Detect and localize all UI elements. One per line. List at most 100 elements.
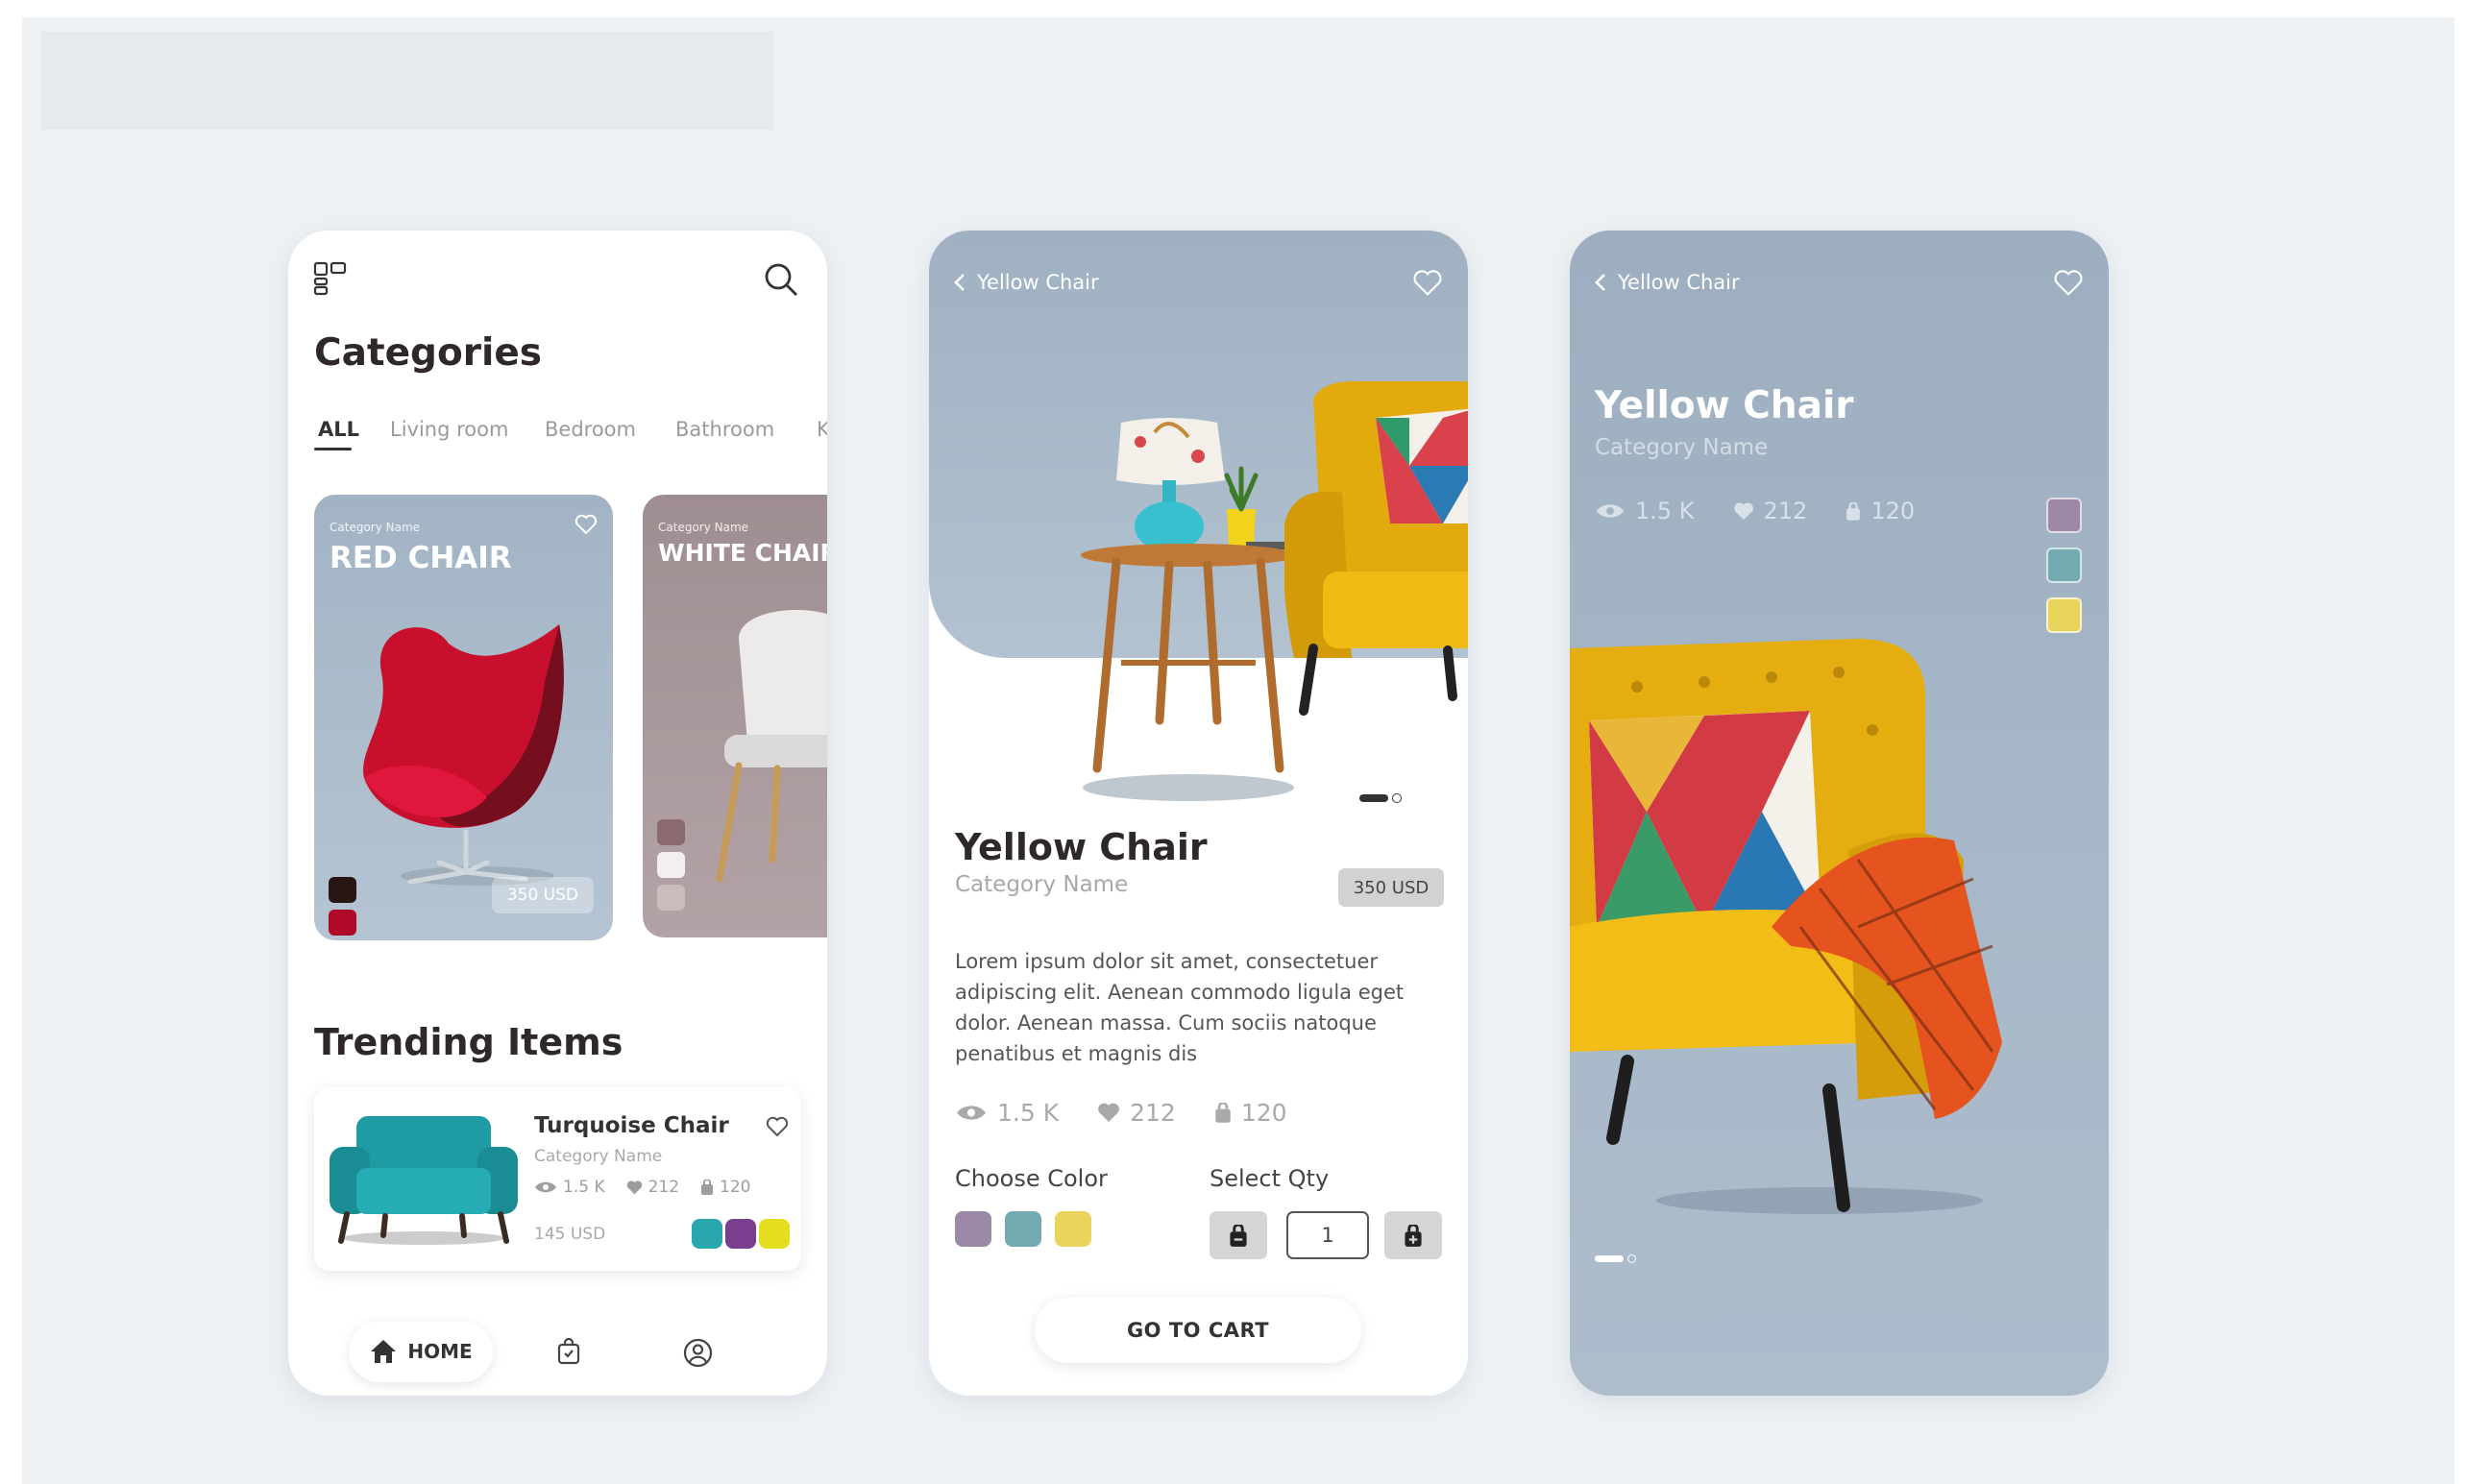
qty-decrease-button[interactable] <box>1210 1211 1267 1259</box>
search-icon[interactable] <box>763 261 799 298</box>
bag-icon <box>1215 1103 1231 1123</box>
tab-more[interactable]: K <box>817 418 827 441</box>
bag-icon <box>1846 501 1861 521</box>
product-stats: 1.5 K 212 120 <box>955 1099 1287 1127</box>
item-stats: 1.5 K 212 120 <box>534 1178 751 1197</box>
choose-color-label: Choose Color <box>955 1165 1108 1192</box>
heart-icon[interactable] <box>1412 269 1443 297</box>
bag-icon <box>701 1180 714 1195</box>
color-option-purple[interactable] <box>955 1211 991 1247</box>
swatch-dark[interactable] <box>329 877 356 903</box>
card-title: WHITE CHAIR <box>658 539 827 567</box>
trending-item-card[interactable]: Turquoise Chair Category Name 1.5 K 212 … <box>314 1087 801 1271</box>
likes-count: 212 <box>1763 498 1808 524</box>
color-dot-yellow[interactable] <box>759 1219 790 1249</box>
item-category: Category Name <box>534 1147 663 1166</box>
tab-living-room[interactable]: Living room <box>390 418 508 441</box>
tab-bedroom[interactable]: Bedroom <box>545 418 636 441</box>
side-table-with-lamp-image <box>1063 384 1313 807</box>
heart-filled-icon <box>626 1180 642 1194</box>
heart-icon[interactable] <box>2053 269 2084 297</box>
eye-icon <box>957 1106 986 1120</box>
carousel-indicator[interactable] <box>1392 793 1402 803</box>
product-title: Yellow Chair <box>955 826 1208 868</box>
grid-menu-icon[interactable] <box>313 261 348 296</box>
profile-icon[interactable] <box>683 1338 713 1368</box>
tab-all[interactable]: ALL <box>318 418 359 441</box>
heart-icon[interactable] <box>574 514 598 535</box>
chevron-left-icon <box>1595 274 1605 291</box>
nav-home-label: HOME <box>407 1340 473 1363</box>
product-description: Lorem ipsum dolor sit amet, consectetuer… <box>955 950 1405 1065</box>
swatch-purple[interactable] <box>2046 498 2082 533</box>
card-price: 350 USD <box>491 877 594 913</box>
swatch-yellow[interactable] <box>2046 597 2082 633</box>
home-icon <box>371 1340 397 1363</box>
color-option-teal[interactable] <box>1005 1211 1041 1247</box>
swatch-red[interactable] <box>329 910 356 936</box>
item-name: Turquoise Chair <box>534 1113 729 1138</box>
header-band <box>41 32 773 130</box>
qty-increase-button[interactable] <box>1384 1211 1442 1259</box>
price-badge: 350 USD <box>1338 868 1444 907</box>
back-button[interactable]: Yellow Chair <box>1595 271 1740 294</box>
bags-count: 120 <box>720 1178 751 1197</box>
heart-filled-icon <box>1733 502 1753 520</box>
category-card-red-chair[interactable]: Category Name RED CHAIR 350 USD <box>314 495 613 940</box>
item-price: 145 USD <box>534 1225 606 1244</box>
product-category: Category Name <box>955 872 1129 897</box>
color-dot-purple[interactable] <box>725 1219 756 1249</box>
trending-title: Trending Items <box>314 1021 623 1063</box>
categories-screen: Categories ALL Living room Bedroom Bathr… <box>288 231 827 1396</box>
nav-home-button[interactable]: HOME <box>349 1321 493 1382</box>
back-button[interactable]: Yellow Chair <box>954 271 1099 294</box>
eye-icon <box>535 1181 556 1193</box>
views-count: 1.5 K <box>1635 498 1695 524</box>
swatch-mauve[interactable] <box>657 819 685 845</box>
yellow-armchair-large-image <box>1570 639 2031 1215</box>
bags-count: 120 <box>1870 498 1916 524</box>
views-count: 1.5 K <box>997 1099 1060 1127</box>
likes-count: 212 <box>648 1178 680 1197</box>
eye-icon <box>1596 504 1625 518</box>
bags-count: 120 <box>1240 1099 1287 1127</box>
product-title: Yellow Chair <box>1595 384 1854 427</box>
swatch-teal[interactable] <box>2046 547 2082 583</box>
bag-icon <box>1405 1224 1422 1247</box>
carousel-indicator-active[interactable] <box>1595 1255 1624 1262</box>
page-title: Categories <box>314 331 543 375</box>
color-dot-teal[interactable] <box>692 1219 722 1249</box>
shopping-bag-icon[interactable] <box>557 1338 580 1365</box>
tab-bathroom[interactable]: Bathroom <box>675 418 774 441</box>
swatch-grey[interactable] <box>657 885 685 911</box>
header-title: Yellow Chair <box>1618 271 1740 294</box>
product-hero-screen: Yellow Chair Yellow Chair Category Name … <box>1570 231 2109 1396</box>
qty-input[interactable]: 1 <box>1286 1211 1369 1259</box>
card-category-label: Category Name <box>658 521 749 534</box>
header-title: Yellow Chair <box>977 271 1099 294</box>
color-option-yellow[interactable] <box>1055 1211 1091 1247</box>
white-chair-image <box>700 600 827 888</box>
swatch-white[interactable] <box>657 852 685 878</box>
product-detail-screen: Yellow Chair Yellow Chair Category Name … <box>929 231 1468 1396</box>
product-category: Category Name <box>1595 435 1769 460</box>
category-card-white-chair[interactable]: Category Name WHITE CHAIR <box>643 495 827 937</box>
yellow-armchair-image <box>1284 379 1468 725</box>
red-egg-chair-image <box>343 605 593 893</box>
bottom-navigation: HOME <box>288 1321 827 1396</box>
go-to-cart-button[interactable]: GO TO CART <box>1035 1298 1361 1363</box>
card-title: RED CHAIR <box>330 541 512 575</box>
product-stats: 1.5 K 212 120 <box>1595 498 1915 524</box>
heart-filled-icon <box>1098 1103 1119 1123</box>
card-category-label: Category Name <box>330 521 421 534</box>
tab-underline <box>314 448 352 450</box>
views-count: 1.5 K <box>563 1178 605 1197</box>
chevron-left-icon <box>954 274 965 291</box>
carousel-indicator[interactable] <box>1627 1254 1636 1263</box>
bag-icon <box>1230 1224 1247 1247</box>
turquoise-chair-image <box>328 1108 520 1248</box>
select-qty-label: Select Qty <box>1210 1165 1330 1192</box>
carousel-indicator-active[interactable] <box>1359 794 1388 802</box>
likes-count: 212 <box>1130 1099 1176 1127</box>
heart-icon[interactable] <box>766 1116 789 1137</box>
